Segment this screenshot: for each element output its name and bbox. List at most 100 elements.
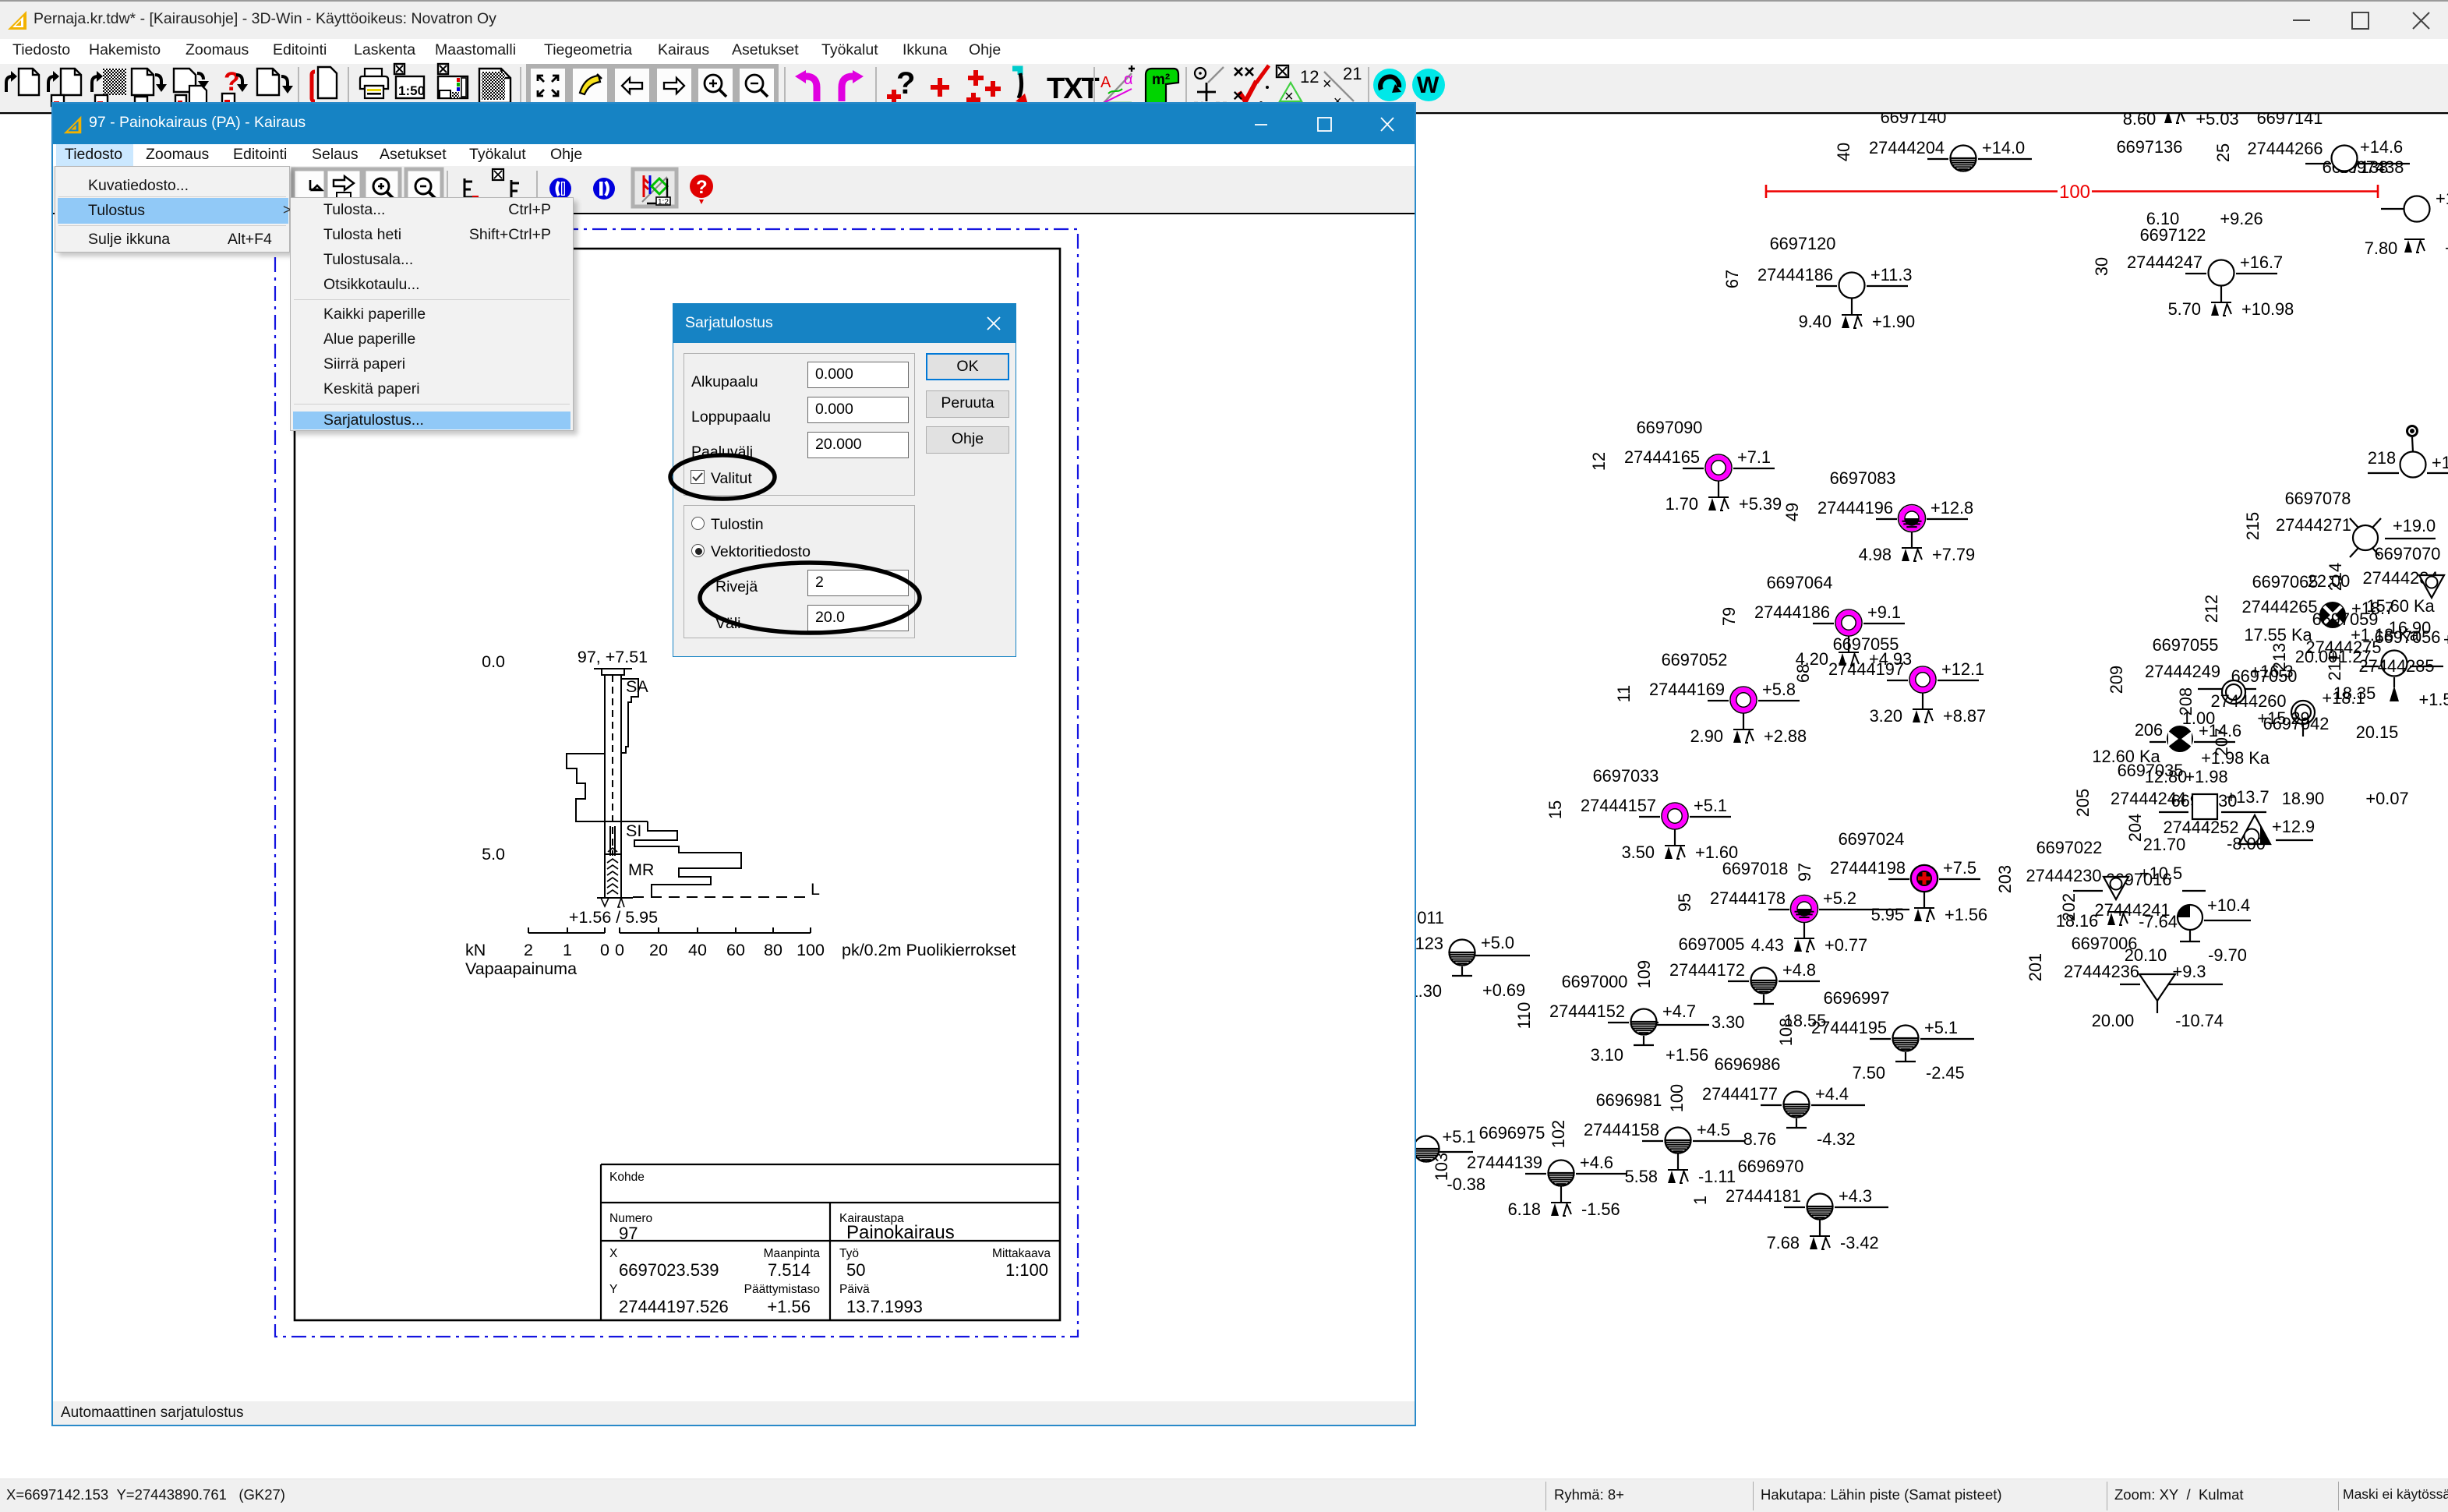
svg-text:100: 100	[1667, 1084, 1687, 1112]
svg-text:79: 79	[1719, 607, 1739, 626]
svg-text:+14.0: +14.0	[1982, 138, 2025, 157]
svg-text:+8.87: +8.87	[1943, 706, 1986, 726]
svg-text:6697022: 6697022	[2036, 838, 2103, 857]
svg-text:3.10: 3.10	[1591, 1045, 1623, 1065]
svg-text:27444178: 27444178	[1710, 888, 1786, 908]
svg-text:+5.8: +5.8	[1762, 680, 1796, 699]
svg-text:-9.70: -9.70	[2208, 945, 2247, 965]
svg-text:-1.11: -1.11	[1698, 1167, 1736, 1186]
svg-text:-3.42: -3.42	[1840, 1233, 1879, 1252]
svg-text:+5.0: +5.0	[1481, 933, 1514, 952]
svg-text:+1.98: +1.98	[2185, 767, 2227, 786]
svg-text:TXT: TXT	[1047, 72, 1100, 105]
svg-text:Maanpinta: Maanpinta	[764, 1247, 821, 1260]
svg-text:1:50: 1:50	[398, 83, 425, 98]
svg-text:+7.5: +7.5	[1943, 858, 1976, 878]
svg-text:6697042: 6697042	[2263, 714, 2330, 733]
svg-text:25: 25	[2213, 143, 2233, 162]
svg-text:27444230: 27444230	[2026, 866, 2102, 885]
svg-text:204: 204	[2125, 814, 2145, 842]
svg-text:27444236: 27444236	[2064, 962, 2139, 981]
svg-text:1:2: 1:2	[658, 198, 669, 207]
svg-text:4.98: 4.98	[1859, 545, 1892, 564]
svg-text:+5.1: +5.1	[1694, 796, 1727, 815]
svg-text:15: 15	[1545, 800, 1565, 819]
svg-text:+1.56: +1.56	[1945, 905, 1987, 924]
svg-text:6697005: 6697005	[1679, 934, 1745, 954]
svg-text:40: 40	[1834, 143, 1853, 161]
svg-text:201: 201	[2026, 953, 2045, 981]
svg-text:+9.3: +9.3	[2172, 962, 2206, 981]
svg-text:+5.2: +5.2	[1823, 888, 1856, 908]
svg-text:6697000: 6697000	[1562, 972, 1628, 991]
svg-text:6697122: 6697122	[2140, 225, 2206, 245]
svg-text:3.20: 3.20	[1870, 706, 1902, 726]
svg-text:27444197.526: 27444197.526	[619, 1297, 729, 1316]
svg-text:+10.98: +10.98	[2241, 299, 2294, 319]
svg-text:3.30: 3.30	[1711, 1012, 1744, 1032]
svg-text:50: 50	[846, 1260, 865, 1280]
svg-text:Työ: Työ	[839, 1247, 859, 1260]
svg-text:12: 12	[1589, 452, 1609, 471]
svg-text:27444181: 27444181	[1726, 1186, 1801, 1206]
svg-text:+2.88: +2.88	[1764, 726, 1807, 746]
svg-text:7.514: 7.514	[768, 1260, 811, 1280]
svg-text:27444285: 27444285	[2359, 656, 2435, 676]
svg-text:1: 1	[1690, 1196, 1710, 1205]
svg-text:-4.32: -4.32	[1817, 1129, 1856, 1149]
svg-text:+14.6: +14.6	[2199, 721, 2241, 740]
svg-text:27444186: 27444186	[1754, 602, 1830, 622]
svg-text:+4.6: +4.6	[1580, 1153, 1613, 1172]
svg-text:Mittakaava: Mittakaava	[992, 1247, 1051, 1260]
svg-text:80: 80	[764, 941, 782, 959]
svg-text:A: A	[1100, 74, 1111, 91]
svg-text:209: 209	[2107, 666, 2126, 694]
svg-text:18.55: 18.55	[1784, 1011, 1827, 1030]
svg-text:-8.00: -8.00	[2227, 834, 2266, 853]
svg-text:pk/0.2m Puolikierrokset: pk/0.2m Puolikierrokset	[842, 941, 1016, 959]
svg-text:+7.79: +7.79	[1932, 545, 1975, 564]
svg-text:6696981: 6696981	[1596, 1090, 1662, 1110]
svg-text:6697078: 6697078	[2285, 489, 2351, 508]
svg-text:+1.56: +1.56	[767, 1297, 811, 1316]
svg-text:6697023.539: 6697023.539	[619, 1260, 719, 1280]
svg-text:+7.1: +7.1	[1737, 447, 1771, 467]
svg-text:+13.7: +13.7	[2226, 787, 2269, 807]
svg-text:6697052: 6697052	[1662, 650, 1728, 669]
svg-text:+1.98 Ka: +1.98 Ka	[2201, 748, 2270, 768]
svg-text:27444204: 27444204	[1869, 138, 1945, 157]
svg-text:-0.38: -0.38	[1447, 1175, 1485, 1194]
svg-text:27444198: 27444198	[1830, 858, 1906, 878]
svg-text:6697018: 6697018	[1722, 859, 1789, 878]
svg-text:××: ××	[1233, 62, 1255, 83]
svg-text:95: 95	[1675, 893, 1694, 912]
svg-text:8.76: 8.76	[1743, 1129, 1776, 1149]
svg-text:+11.3: +11.3	[1870, 265, 1913, 284]
svg-text:6696997: 6696997	[1824, 988, 1890, 1008]
svg-text:1: 1	[563, 941, 572, 959]
svg-text:5.95: 5.95	[1871, 905, 1904, 924]
svg-text:SA: SA	[626, 677, 648, 696]
svg-text:27444249: 27444249	[2145, 662, 2220, 681]
svg-text:SI: SI	[626, 821, 641, 840]
svg-text:13.7.1993: 13.7.1993	[846, 1297, 923, 1316]
svg-text:6697024: 6697024	[1839, 829, 1905, 849]
svg-text:-1.56: -1.56	[1581, 1199, 1620, 1219]
svg-text:0.0: 0.0	[482, 652, 505, 671]
svg-text:6697056: 6697056	[2375, 627, 2441, 647]
svg-text:27444139: 27444139	[1467, 1153, 1542, 1172]
svg-text:18.16: 18.16	[2056, 911, 2099, 931]
svg-text:214: 214	[2326, 563, 2345, 591]
svg-text:27444266: 27444266	[2248, 139, 2323, 158]
svg-text:6697120: 6697120	[1770, 234, 1836, 253]
svg-text:21.70: 21.70	[2143, 835, 2186, 854]
svg-text:27444247: 27444247	[2127, 253, 2202, 272]
svg-text:203: 203	[1995, 865, 2015, 893]
svg-text:20.15: 20.15	[2356, 722, 2399, 742]
svg-text:+4.8: +4.8	[1782, 960, 1816, 980]
svg-text:97: 97	[619, 1224, 638, 1243]
svg-text:+10.4: +10.4	[2207, 896, 2250, 915]
svg-text:+16.7: +16.7	[2240, 253, 2283, 272]
svg-text:α: α	[1124, 71, 1133, 88]
svg-text:18.90: 18.90	[2282, 789, 2325, 808]
